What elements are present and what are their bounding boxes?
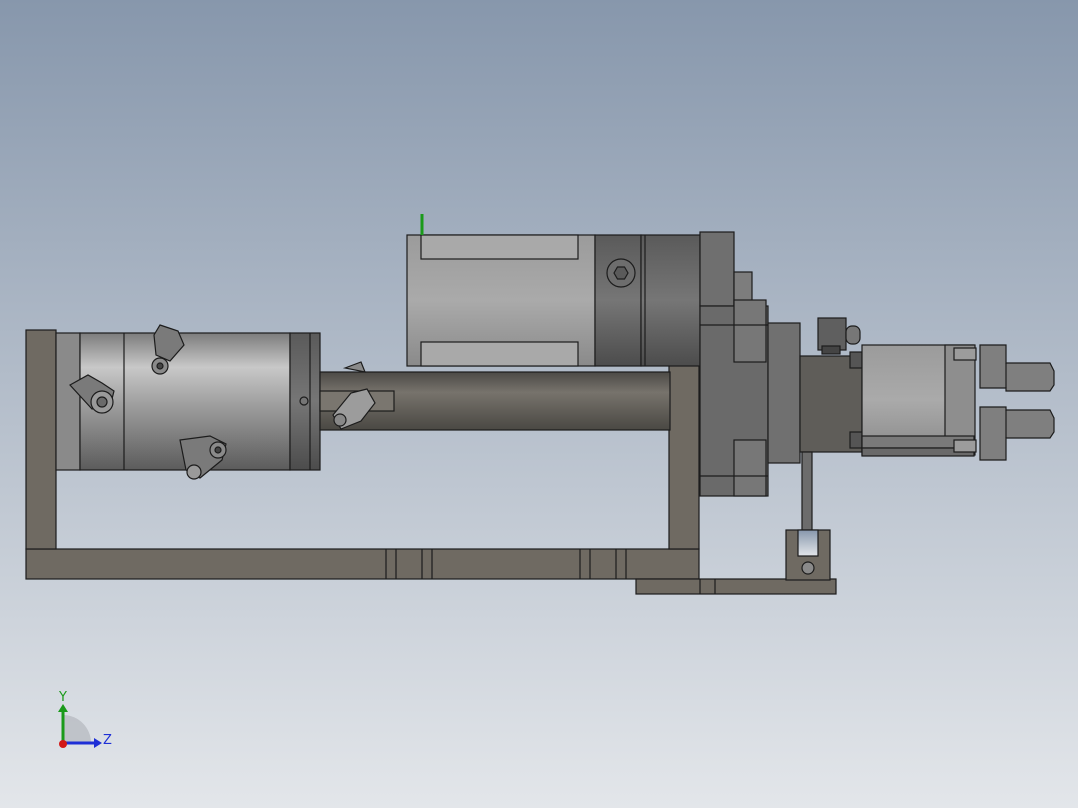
z-axis-label: Z <box>103 733 112 748</box>
y-axis-label: Y <box>58 690 67 705</box>
servo-motor[interactable] <box>406 234 701 367</box>
piston-rod[interactable] <box>319 361 671 431</box>
x-axis-dot <box>59 740 67 748</box>
cad-viewport[interactable]: Y Z <box>0 0 1078 808</box>
model-canvas[interactable]: Y Z <box>0 0 1078 808</box>
gripper-body[interactable] <box>861 344 977 457</box>
